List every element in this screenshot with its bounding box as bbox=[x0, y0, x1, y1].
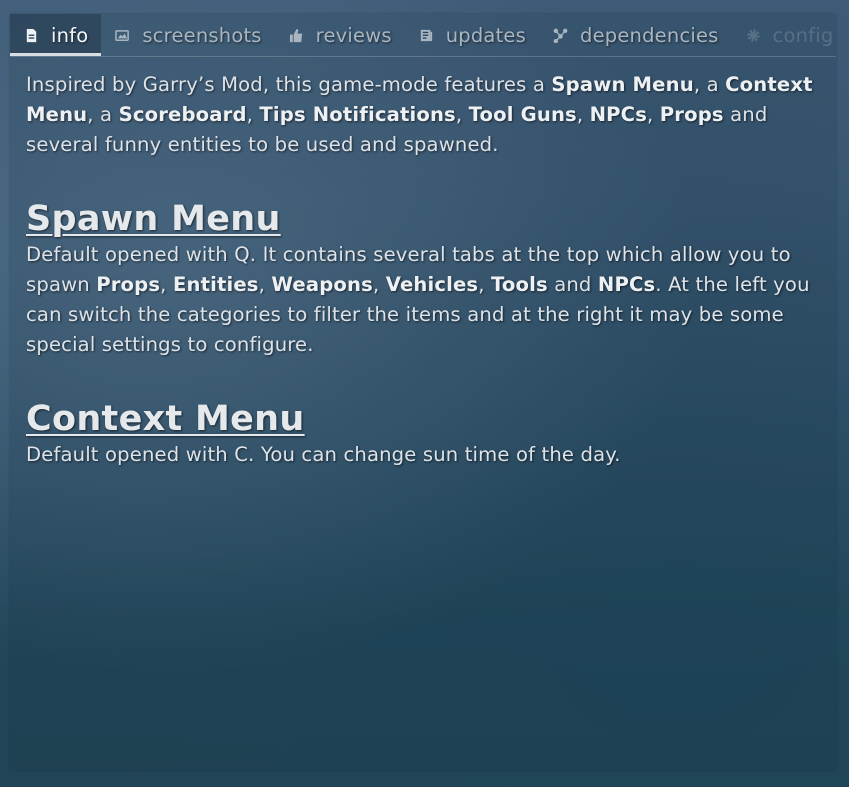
tab-label: updates bbox=[445, 23, 526, 47]
tab-updates[interactable]: updates bbox=[405, 14, 539, 56]
tab-reviews[interactable]: reviews bbox=[275, 14, 405, 56]
tab-dependencies[interactable]: dependencies bbox=[539, 14, 732, 56]
updates-icon bbox=[420, 29, 432, 41]
tab-label: screenshots bbox=[142, 23, 262, 47]
spawn-menu-paragraph: Default opened with Q. It contains sever… bbox=[26, 243, 810, 356]
document-icon bbox=[26, 28, 37, 42]
context-menu-paragraph: Default opened with C. You can change su… bbox=[26, 443, 621, 466]
tab-screenshots[interactable]: screenshots bbox=[101, 14, 274, 56]
image-icon bbox=[115, 29, 130, 41]
gear-icon bbox=[746, 28, 760, 42]
review-icon bbox=[289, 28, 302, 42]
tab-label: info bbox=[51, 23, 89, 47]
context-menu-heading: Context Menu bbox=[26, 399, 305, 439]
tab-info[interactable]: info bbox=[10, 14, 102, 56]
tab-label: reviews bbox=[315, 23, 392, 47]
tab-config[interactable]: config bbox=[732, 14, 836, 56]
intro-paragraph: Inspired by Garry’s Mod, this game-mode … bbox=[26, 73, 813, 156]
spawn-menu-heading: Spawn Menu bbox=[26, 199, 281, 239]
tab-label: config bbox=[772, 23, 834, 47]
tab-bar: info screenshots reviews updates depende… bbox=[10, 14, 836, 57]
dependencies-icon bbox=[553, 28, 568, 43]
info-content: Inspired by Garry’s Mod, this game-mode … bbox=[26, 70, 826, 470]
tab-label: dependencies bbox=[580, 23, 719, 47]
